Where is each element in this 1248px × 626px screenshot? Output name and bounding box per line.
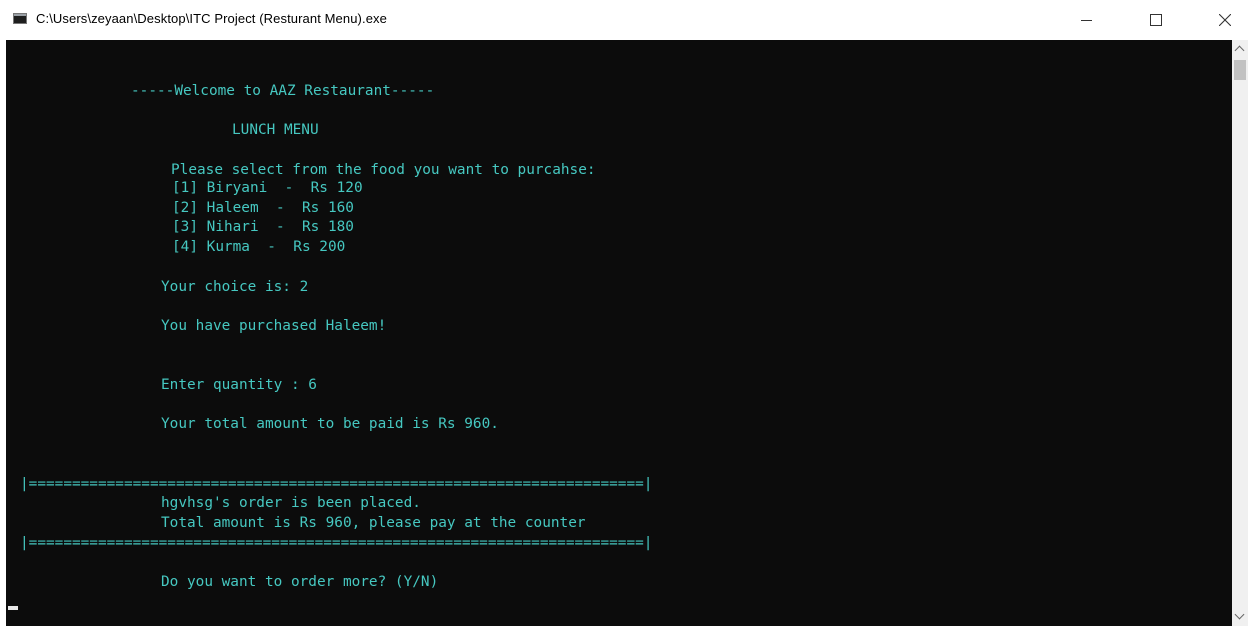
text-cursor: [8, 606, 18, 610]
order-more-prompt: Do you want to order more? (Y/N): [161, 574, 439, 590]
scroll-up-arrow-icon[interactable]: [1232, 40, 1248, 57]
welcome-line: -----Welcome to AAZ Restaurant-----: [131, 83, 435, 99]
close-icon: [1219, 14, 1231, 26]
order-placed-line: hgvhsg's order is been placed.: [161, 495, 421, 511]
menu-item-1: [1] Biryani - Rs 120: [172, 180, 363, 196]
menu-item-2: [2] Haleem - Rs 160: [172, 200, 354, 216]
pay-counter-line: Total amount is Rs 960, please pay at th…: [161, 515, 586, 531]
window-title: C:\Users\zeyaan\Desktop\ITC Project (Res…: [36, 11, 387, 26]
purchase-line: You have purchased Haleem!: [161, 318, 387, 334]
console-output[interactable]: -----Welcome to AAZ Restaurant----- LUNC…: [6, 40, 1232, 626]
total-line: Your total amount to be paid is Rs 960.: [161, 416, 499, 432]
menu-prompt: Please select from the food you want to …: [171, 162, 596, 178]
minimize-button[interactable]: [1064, 0, 1110, 40]
scroll-thumb[interactable]: [1234, 60, 1246, 80]
close-button[interactable]: [1202, 0, 1248, 40]
menu-item-3: [3] Nihari - Rs 180: [172, 219, 354, 235]
vertical-scrollbar[interactable]: [1232, 40, 1248, 626]
separator-top: |=======================================…: [20, 476, 653, 492]
maximize-button[interactable]: [1133, 0, 1179, 40]
menu-heading: LUNCH MENU: [232, 122, 319, 138]
scroll-down-arrow-icon[interactable]: [1232, 609, 1248, 626]
console-app-icon[interactable]: [13, 13, 27, 24]
choice-line: Your choice is: 2: [161, 279, 309, 295]
separator-bottom: |=======================================…: [20, 535, 653, 551]
quantity-line: Enter quantity : 6: [161, 377, 317, 393]
title-bar[interactable]: C:\Users\zeyaan\Desktop\ITC Project (Res…: [0, 0, 1248, 40]
menu-item-4: [4] Kurma - Rs 200: [172, 239, 346, 255]
